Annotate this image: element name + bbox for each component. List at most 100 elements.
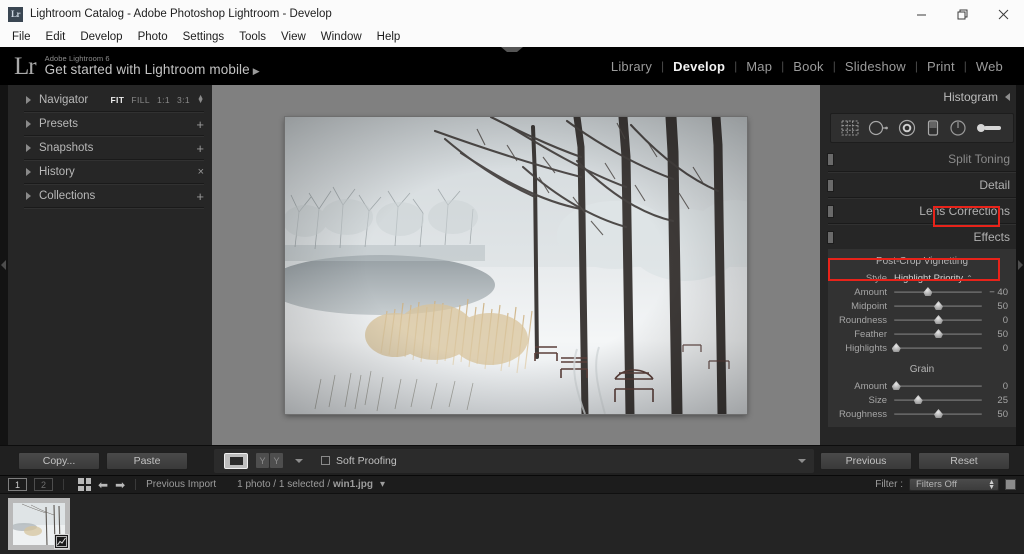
copy-button[interactable]: Copy... [18,451,100,470]
panel-collections[interactable]: Collections + [24,185,204,208]
menu-settings[interactable]: Settings [176,30,232,45]
chevron-down-icon[interactable] [295,458,303,463]
slider-knob[interactable] [891,381,901,390]
minimize-icon[interactable] [901,0,942,28]
module-map[interactable]: Map [737,59,781,74]
grid-view-icon[interactable] [78,478,91,491]
add-collection-icon[interactable]: + [196,190,204,203]
left-panel-collapse[interactable] [0,85,8,445]
spot-removal-icon[interactable] [867,119,889,137]
menu-file[interactable]: File [5,30,38,45]
zoom-fit[interactable]: FIT [110,95,124,105]
panel-split-toning[interactable]: Split Toning [820,147,1024,171]
slider-value[interactable]: 25 [982,395,1008,406]
slider-track[interactable] [891,343,982,353]
graduated-filter-icon[interactable] [925,119,941,137]
slider-midpoint[interactable]: Midpoint 50 [828,299,1016,313]
radial-filter-icon[interactable] [948,119,968,137]
photo-preview[interactable] [285,116,747,414]
menu-photo[interactable]: Photo [131,30,175,45]
zoom-1-1[interactable]: 1:1 [157,95,170,105]
arrow-left-icon[interactable]: ⬅ [98,479,108,491]
soft-proofing-toggle[interactable]: Soft Proofing [321,455,397,467]
module-web[interactable]: Web [967,59,1012,74]
menu-view[interactable]: View [274,30,313,45]
soft-proofing-checkbox[interactable] [321,456,330,465]
module-develop[interactable]: Develop [664,59,734,74]
slider-feather[interactable]: Feather 50 [828,327,1016,341]
crop-overlay-icon[interactable] [840,119,860,137]
before-after-toggle[interactable]: Y Y [256,453,283,468]
slider-knob[interactable] [934,315,943,324]
slider-grain-amount[interactable]: Amount 0 [828,379,1016,393]
filter-select[interactable]: Filters Off ▲ ▼ [909,478,999,491]
panel-snapshots[interactable]: Snapshots + [24,137,204,160]
panel-history[interactable]: History × [24,161,204,184]
effects-switch[interactable] [827,230,834,244]
slider-roundness[interactable]: Roundness 0 [828,313,1016,327]
adjustment-brush-icon[interactable] [976,119,1004,137]
slider-value[interactable]: 0 [982,315,1008,326]
slider-track[interactable] [891,381,982,391]
module-book[interactable]: Book [784,59,832,74]
filter-stepper-icon[interactable]: ▲ ▼ [988,479,995,491]
slider-value[interactable]: 50 [982,329,1008,340]
slider-value[interactable]: 0 [982,381,1008,392]
panel-presets[interactable]: Presets + [24,113,204,136]
zoom-fill[interactable]: FILL [131,95,150,105]
source-label[interactable]: Previous Import [146,479,216,490]
toolbar-options-icon[interactable] [794,458,806,463]
lens-corrections-switch[interactable] [827,204,834,218]
style-value[interactable]: Highlight Priority [894,273,963,284]
filter-flag-icon[interactable] [1005,479,1016,490]
filmstrip-thumbnail[interactable] [8,498,70,550]
panel-effects[interactable]: Effects [820,225,1024,249]
arrow-right-icon[interactable]: ➡ [115,479,125,491]
panel-histogram[interactable]: Histogram [820,85,1024,109]
panel-detail[interactable]: Detail [820,173,1024,197]
previous-button[interactable]: Previous [820,451,912,470]
module-slideshow[interactable]: Slideshow [836,59,915,74]
menu-tools[interactable]: Tools [232,30,273,45]
identity-plate[interactable]: Adobe Lightroom 6 Get started with Light… [45,55,260,77]
clear-history-icon[interactable]: × [198,166,204,178]
slider-track[interactable] [894,315,982,325]
slider-highlights[interactable]: Highlights 0 [828,341,1016,355]
add-snapshot-icon[interactable]: + [196,142,204,155]
mobile-tagline[interactable]: Get started with Lightroom mobile ▶ [45,62,260,77]
current-filename[interactable]: win1.jpg [333,479,373,490]
top-panel-toggle[interactable] [501,47,523,53]
add-preset-icon[interactable]: + [196,118,204,131]
slider-knob[interactable] [923,287,933,296]
panel-lens-corrections[interactable]: Lens Corrections [820,199,1024,223]
zoom-3-1[interactable]: 3:1 [177,95,190,105]
slider-track[interactable] [894,409,982,419]
slider-grain-size[interactable]: Size 25 [828,393,1016,407]
menu-develop[interactable]: Develop [73,30,129,45]
slider-track[interactable] [894,301,982,311]
panel-navigator[interactable]: Navigator FIT FILL 1:1 3:1 ▲ ▼ [24,89,204,112]
reset-button[interactable]: Reset [918,451,1010,470]
close-icon[interactable] [983,0,1024,28]
slider-knob[interactable] [934,329,943,338]
slider-knob[interactable] [891,343,901,352]
slider-value[interactable]: 50 [982,409,1008,420]
right-panel-collapse[interactable] [1016,85,1024,445]
main-monitor-button[interactable]: 1 [8,478,27,491]
slider-value[interactable]: 0 [982,343,1008,354]
slider-knob[interactable] [934,409,943,418]
slider-value[interactable]: 50 [982,301,1008,312]
filename-caret-icon[interactable]: ▾ [380,479,385,490]
menu-edit[interactable]: Edit [39,30,73,45]
split-toning-switch[interactable] [827,152,834,166]
slider-grain-roughness[interactable]: Roughness 50 [828,407,1016,421]
slider-track[interactable] [894,329,982,339]
slider-knob[interactable] [934,301,943,310]
module-library[interactable]: Library [602,59,661,74]
zoom-stepper-icon[interactable]: ▲ ▼ [197,94,204,105]
slider-value[interactable]: − 40 [982,287,1008,298]
paste-button[interactable]: Paste [106,451,188,470]
loupe-view-icon[interactable] [224,452,248,469]
module-print[interactable]: Print [918,59,964,74]
vignette-style-row[interactable]: Style Highlight Priority ⌃ [828,271,1016,285]
